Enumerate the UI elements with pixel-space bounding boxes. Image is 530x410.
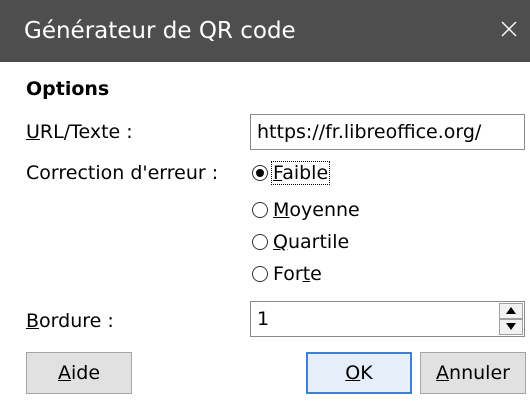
radio-forte[interactable]: Forte: [252, 259, 323, 289]
radio-forte-indicator[interactable]: [252, 266, 268, 282]
window-title: Générateur de QR code: [24, 18, 296, 44]
radio-moyenne-indicator[interactable]: [252, 202, 268, 218]
radio-faible-label: Faible: [270, 161, 331, 185]
cancel-button[interactable]: Annuler: [420, 352, 526, 394]
radio-faible-indicator[interactable]: [252, 165, 268, 181]
border-spinbox[interactable]: 1: [250, 301, 525, 337]
triangle-down-icon: [500, 323, 522, 330]
url-label: URL/Texte :: [26, 121, 133, 143]
border-label: Bordure :: [26, 310, 114, 332]
close-icon: [492, 12, 526, 46]
radio-quartile-indicator[interactable]: [252, 234, 268, 250]
help-button[interactable]: Aide: [26, 352, 132, 394]
title-bar: Générateur de QR code: [0, 0, 530, 62]
border-value[interactable]: 1: [257, 302, 269, 336]
radio-moyenne[interactable]: Moyenne: [252, 195, 361, 225]
radio-quartile[interactable]: Quartile: [252, 227, 350, 257]
dialog-body: Options URL/Texte : https://fr.libreoffi…: [0, 62, 530, 410]
radio-quartile-label: Quartile: [273, 231, 350, 253]
close-button[interactable]: [492, 12, 526, 46]
ok-button[interactable]: OK: [306, 352, 412, 394]
options-heading: Options: [26, 78, 110, 100]
error-correction-label: Correction d'erreur :: [26, 162, 219, 184]
spin-buttons: [499, 303, 523, 335]
radio-moyenne-label: Moyenne: [273, 199, 360, 221]
url-input[interactable]: https://fr.libreoffice.org/: [250, 114, 525, 150]
triangle-up-icon: [500, 307, 522, 314]
radio-forte-label: Forte: [273, 263, 322, 285]
spin-down-button[interactable]: [499, 319, 523, 335]
radio-faible[interactable]: Faible: [252, 158, 331, 188]
spin-up-button[interactable]: [499, 303, 523, 319]
